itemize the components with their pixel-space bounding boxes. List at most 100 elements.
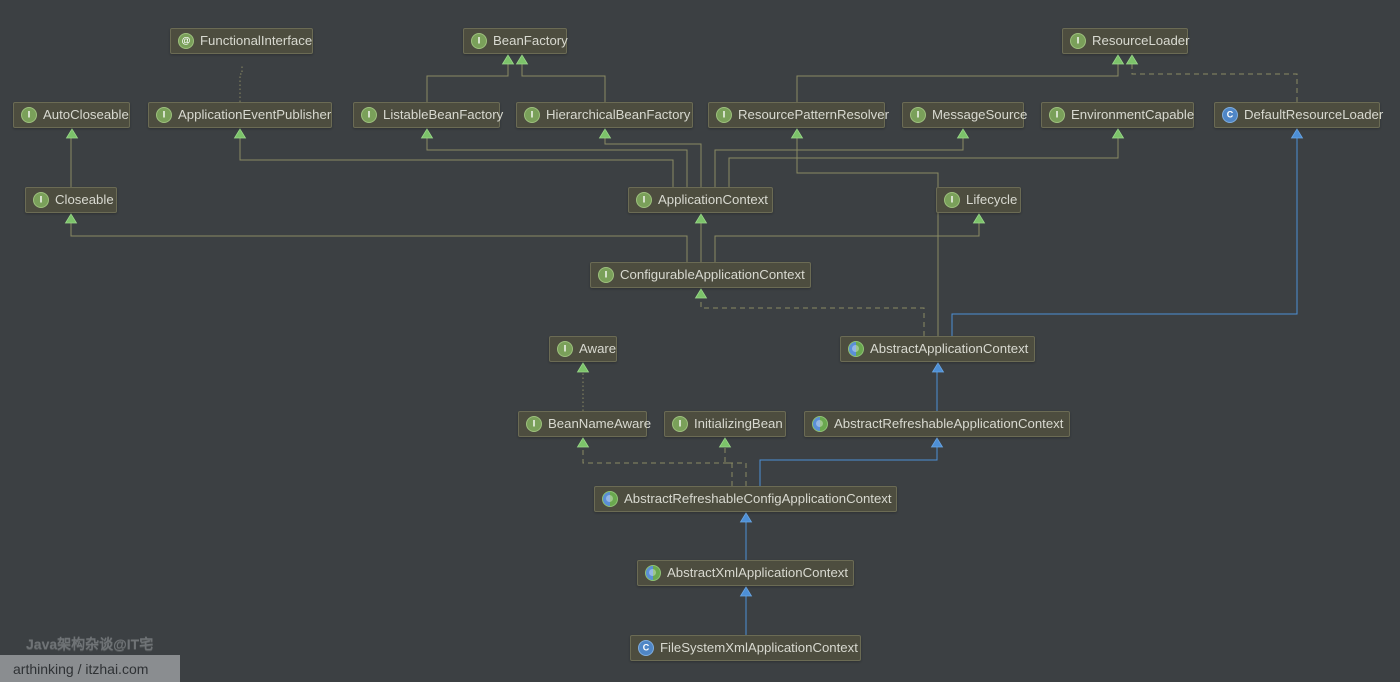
edge-arrow-AbstractApplicationContext-to-ConfigurableApplicationContext [694,288,708,299]
class-node-label: DefaultResourceLoader [1244,106,1384,122]
abstract-class-icon [602,491,618,507]
edge-ApplicationContext-to-ApplicationEventPublisher [239,138,674,187]
edge-arrow-ConfigurableApplicationContext-to-Lifecycle [972,213,986,224]
interface-icon [672,416,688,432]
edge-arrow-ApplicationContext-to-HierarchicalBeanFactory [598,128,612,139]
class-node-label: AbstractXmlApplicationContext [667,564,849,580]
class-node-label: ListableBeanFactory [383,106,504,122]
annotation-icon [178,33,194,49]
class-diagram-canvas[interactable]: FunctionalInterface BeanFactory ResourceLo… [0,0,1400,682]
class-node-Lifecycle[interactable]: Lifecycle [936,187,1021,213]
class-node-label: ResourcePatternResolver [738,106,889,122]
class-node-ListableBeanFactory[interactable]: ListableBeanFactory [353,102,504,128]
class-node-MessageSource[interactable]: MessageSource [902,102,1028,128]
class-node-BeanFactory[interactable]: BeanFactory [463,28,568,54]
abstract-class-icon [848,341,864,357]
class-node-label: ApplicationContext [658,191,768,207]
edge-ApplicationContext-to-MessageSource [714,138,964,187]
class-node-label: MessageSource [932,106,1028,122]
edge-HierarchicalBeanFactory-to-BeanFactory [521,64,606,102]
class-node-label: BeanNameAware [548,415,652,431]
edge-arrow-AbstractRefreshableApplicationContext-to-AbstractApplicationContext [931,362,945,373]
class-node-label: ResourceLoader [1092,32,1190,48]
edge-arrow-FileSystemXmlApplicationContext-to-AbstractXmlApplicationContext [739,586,753,597]
class-node-ResourceLoader[interactable]: ResourceLoader [1062,28,1190,54]
edge-arrow-ConfigurableApplicationContext-to-Closeable [64,213,78,224]
class-icon [1222,107,1238,123]
class-node-label: BeanFactory [493,32,568,48]
edge-AbstractRefreshableConfigApplicationContext-to-InitializingBean [724,447,747,486]
interface-icon [1049,107,1065,123]
edge-AbstractRefreshableConfigApplicationContext-to-BeanNameAware [582,447,733,486]
class-node-FunctionalInterface[interactable]: FunctionalInterface [170,28,313,54]
class-node-label: FileSystemXmlApplicationContext [660,639,858,655]
class-node-AutoCloseable[interactable]: AutoCloseable [13,102,130,128]
class-node-Aware[interactable]: Aware [549,336,617,362]
class-node-label: EnvironmentCapable [1071,106,1195,122]
class-node-label: AbstractApplicationContext [870,340,1029,356]
edge-arrow-HierarchicalBeanFactory-to-BeanFactory [515,54,529,65]
edge-arrow-AbstractRefreshableConfigApplicationContext-to-BeanNameAware [576,437,590,448]
edge-ConfigurableApplicationContext-to-Closeable [70,223,688,262]
edge-arrow-ListableBeanFactory-to-BeanFactory [501,54,515,65]
edge-arrow-BeanNameAware-to-Aware [576,362,590,373]
class-node-AbstractXmlApplicationContext[interactable]: AbstractXmlApplicationContext [637,560,854,586]
edge-arrow-ConfigurableApplicationContext-to-ApplicationContext [694,213,708,224]
interface-icon [21,107,37,123]
interface-icon [716,107,732,123]
class-node-label: AutoCloseable [43,106,129,122]
interface-icon [910,107,926,123]
interface-icon [524,107,540,123]
edge-AbstractApplicationContext-to-ConfigurableApplicationContext [700,298,925,336]
class-node-ApplicationEventPublisher[interactable]: ApplicationEventPublisher [148,102,332,128]
class-node-BeanNameAware[interactable]: BeanNameAware [518,411,651,437]
interface-icon [944,192,960,208]
class-node-AbstractRefreshableConfigApplicationContext[interactable]: AbstractRefreshableConfigApplicationCont… [594,486,897,512]
edge-arrow-AbstractXmlApplicationContext-to-AbstractRefreshableConfigApplicationContext [739,512,753,523]
class-node-ConfigurableApplicationContext[interactable]: ConfigurableApplicationContext [590,262,811,288]
class-node-InitializingBean[interactable]: InitializingBean [664,411,786,437]
class-node-label: FunctionalInterface [200,32,313,48]
edge-arrow-DefaultResourceLoader-to-ResourceLoader [1125,54,1139,65]
class-node-label: Aware [579,340,617,356]
edge-arrow-AbstractApplicationContext-to-DefaultResourceLoader [1290,128,1304,139]
edge-arrow-ApplicationContext-to-MessageSource [956,128,970,139]
class-node-label: ApplicationEventPublisher [178,106,332,122]
class-node-label: Closeable [55,191,114,207]
class-node-EnvironmentCapable[interactable]: EnvironmentCapable [1041,102,1194,128]
class-node-ResourcePatternResolver[interactable]: ResourcePatternResolver [708,102,889,128]
edge-arrow-AbstractRefreshableConfigApplicationContext-to-AbstractRefreshableApplicationContext [930,437,944,448]
edge-arrow-ApplicationContext-to-ApplicationEventPublisher [233,128,247,139]
interface-icon [471,33,487,49]
interface-icon [526,416,542,432]
edge-arrow-ResourcePatternResolver-to-ResourceLoader [1111,54,1125,65]
edge-arrow-Closeable-to-AutoCloseable [65,128,79,139]
edge-arrow-AbstractApplicationContext-to-ResourcePatternResolver [790,128,804,139]
interface-icon [636,192,652,208]
class-node-AbstractRefreshableApplicationContext[interactable]: AbstractRefreshableApplicationContext [804,411,1070,437]
edge-ListableBeanFactory-to-BeanFactory [426,64,509,102]
class-node-HierarchicalBeanFactory[interactable]: HierarchicalBeanFactory [516,102,693,128]
interface-icon [1070,33,1086,49]
interface-icon [557,341,573,357]
edge-ConfigurableApplicationContext-to-Lifecycle [714,223,980,262]
class-node-DefaultResourceLoader[interactable]: DefaultResourceLoader [1214,102,1384,128]
edge-ApplicationContext-to-ListableBeanFactory [426,138,688,187]
watermark-chinese: Java架构杂谈@IT宅 [26,636,154,652]
edge-arrow-ApplicationContext-to-ListableBeanFactory [420,128,434,139]
class-node-ApplicationContext[interactable]: ApplicationContext [628,187,773,213]
edge-ResourcePatternResolver-to-ResourceLoader [796,64,1119,102]
class-node-AbstractApplicationContext[interactable]: AbstractApplicationContext [840,336,1035,362]
edge-arrow-ApplicationContext-to-EnvironmentCapable [1111,128,1125,139]
class-node-label: AbstractRefreshableConfigApplicationCont… [624,490,892,506]
class-node-FileSystemXmlApplicationContext[interactable]: FileSystemXmlApplicationContext [630,635,861,661]
interface-icon [156,107,172,123]
abstract-class-icon [812,416,828,432]
class-node-label: AbstractRefreshableApplicationContext [834,415,1064,431]
edge-AbstractApplicationContext-to-ResourcePatternResolver [796,138,939,336]
watermark-url: arthinking / itzhai.com [0,655,180,682]
edge-AbstractApplicationContext-to-DefaultResourceLoader [951,138,1298,336]
edge-ApplicationEventPublisher-to-FunctionalInterface [239,64,243,102]
class-node-Closeable[interactable]: Closeable [25,187,117,213]
class-node-label: Lifecycle [966,191,1018,207]
